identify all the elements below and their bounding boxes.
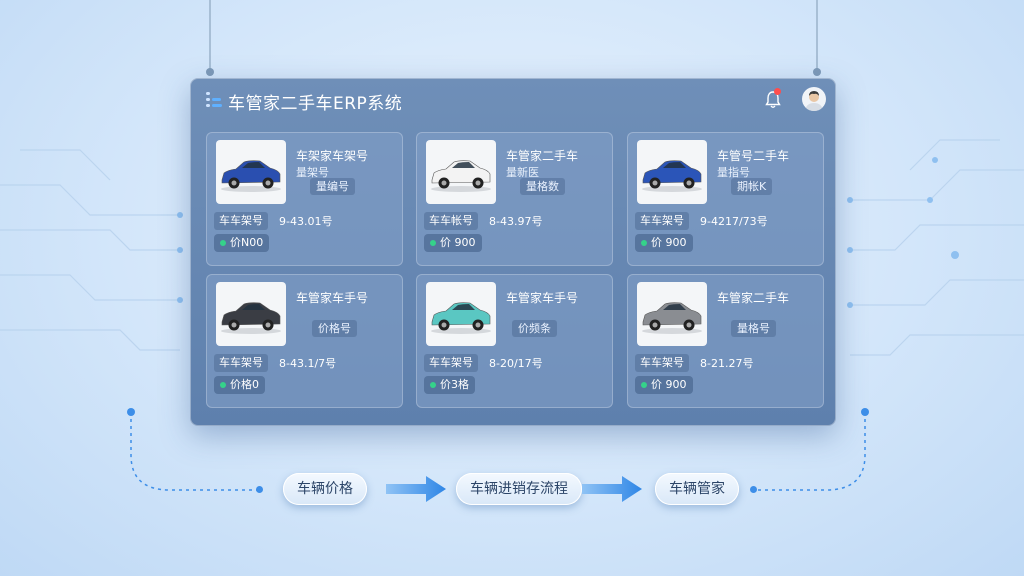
car-photo	[216, 282, 286, 346]
car-photo	[637, 140, 707, 204]
car-title: 车管号二手车	[717, 149, 790, 163]
price-value: 价格0	[230, 378, 259, 391]
price-badge: 价 900	[424, 234, 482, 252]
vehicle-card[interactable]: 车管家车手号 价格号车车架号 8-43.1/7号价格0	[206, 274, 403, 408]
erp-window: 车管家二手车ERP系统 车架家车架号 量架号 量编号 车车架号 9-43.01号 价N00…	[190, 78, 836, 426]
vin-label: 车车架号	[635, 354, 689, 372]
car-title: 车管家车手号	[296, 291, 369, 305]
vin-value: 9-43.01号	[279, 215, 333, 228]
status-dot-icon	[430, 240, 436, 246]
flow-step-inventory[interactable]: 车辆进销存流程	[456, 473, 582, 505]
car-tag: 价频条	[512, 320, 557, 337]
vin-label: 车车架号	[635, 212, 689, 230]
price-badge: 价 900	[635, 234, 693, 252]
car-photo	[426, 140, 496, 204]
hanging-wire-left-anchor	[206, 68, 214, 76]
hanging-wire-left	[209, 0, 211, 72]
flow-step-price[interactable]: 车辆价格	[283, 473, 367, 505]
vin-label: 车车架号	[424, 354, 478, 372]
car-tag: 价格号	[312, 320, 357, 337]
price-value: 价 900	[651, 378, 687, 391]
arrow-right-icon	[386, 476, 446, 502]
vehicle-card[interactable]: 车管家二手车 量格号车车架号 8-21.27号价 900	[627, 274, 824, 408]
price-badge: 价 900	[635, 376, 693, 394]
list-logo-icon	[206, 90, 222, 108]
vehicle-card[interactable]: 车管家车手号价频条车车架号 8-20/17号价3格	[416, 274, 613, 408]
vin-value: 8-21.27号	[700, 357, 754, 370]
vin-value: 8-43.1/7号	[279, 357, 337, 370]
vehicle-card[interactable]: 车管号二手车 量指号 期帐K 车车架号 9-4217/73号价 900	[627, 132, 824, 266]
status-dot-icon	[430, 382, 436, 388]
vehicle-card[interactable]: 车管家二手车 量新医 量格数 车车帐号 8-43.97号价 900	[416, 132, 613, 266]
vin-label: 车车架号	[214, 354, 268, 372]
car-photo	[216, 140, 286, 204]
user-avatar-icon[interactable]	[802, 87, 826, 111]
vehicle-card[interactable]: 车架家车架号 量架号 量编号 车车架号 9-43.01号 价N00	[206, 132, 403, 266]
vin-value: 8-43.97号	[489, 215, 543, 228]
vin-value: 8-20/17号	[489, 357, 543, 370]
vin-value: 9-4217/73号	[700, 215, 768, 228]
notification-badge	[774, 88, 781, 95]
price-badge: 价N00	[214, 234, 270, 252]
flow-start-dot	[127, 408, 135, 416]
car-tag: 量格数	[520, 178, 565, 195]
car-title: 车管家二手车	[717, 291, 790, 305]
car-tag: 量格号	[731, 320, 776, 337]
price-value: 价 900	[651, 236, 687, 249]
price-badge: 价格0	[214, 376, 265, 394]
hanging-wire-right-anchor	[813, 68, 821, 76]
flow-right-dot	[750, 486, 757, 493]
status-dot-icon	[641, 382, 647, 388]
flow-end-dot	[861, 408, 869, 416]
status-dot-icon	[220, 382, 226, 388]
price-badge: 价3格	[424, 376, 475, 394]
car-title: 车管家车手号	[506, 291, 579, 305]
car-title: 车管家二手车	[506, 149, 579, 163]
flow-step-manager[interactable]: 车辆管家	[655, 473, 739, 505]
app-title: 车管家二手车ERP系统	[228, 94, 403, 114]
car-photo	[426, 282, 496, 346]
car-photo	[637, 282, 707, 346]
vin-label: 车车帐号	[424, 212, 478, 230]
car-tag: 量编号	[310, 178, 355, 195]
vin-label: 车车架号	[214, 212, 268, 230]
arrow-right-icon	[582, 476, 642, 502]
flow-left-dot	[256, 486, 263, 493]
car-tag: 期帐K	[731, 178, 773, 195]
hanging-wire-right	[816, 0, 818, 72]
status-dot-icon	[220, 240, 226, 246]
car-title: 车架家车架号	[296, 149, 369, 163]
price-value: 价 900	[440, 236, 476, 249]
price-value: 价N00	[230, 236, 264, 249]
title-bar: 车管家二手车ERP系统	[190, 78, 836, 122]
status-dot-icon	[641, 240, 647, 246]
price-value: 价3格	[440, 378, 469, 391]
